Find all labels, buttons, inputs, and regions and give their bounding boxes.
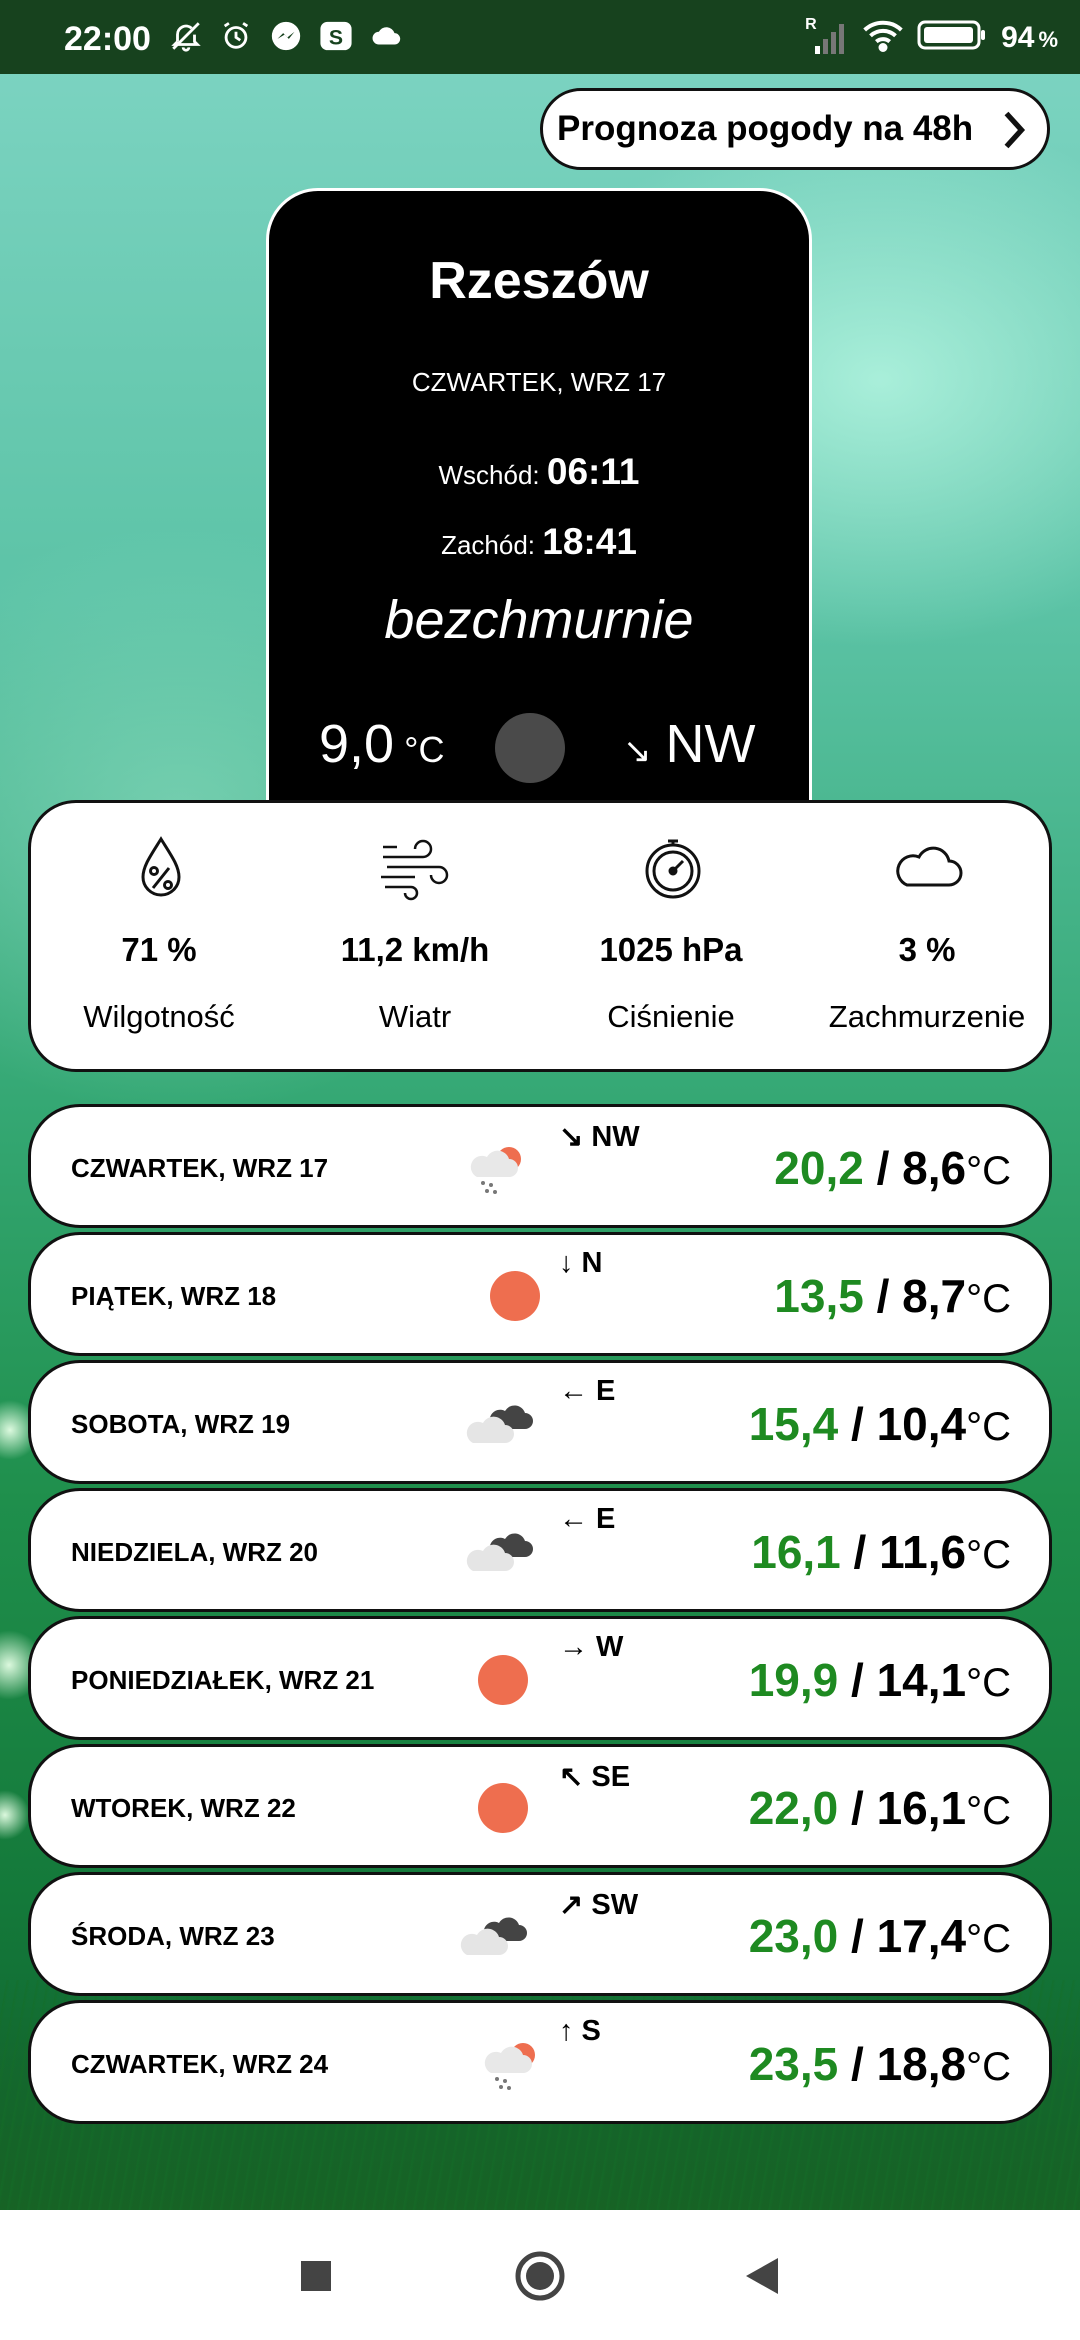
stat-value: 3 % xyxy=(898,931,956,968)
notification-icons: S xyxy=(168,18,404,54)
status-right: R 94% xyxy=(805,16,1058,57)
sun-icon xyxy=(465,1649,541,1711)
day-label: PONIEDZIAŁEK, WRZ 21 xyxy=(71,1665,375,1695)
status-time: 22:00 xyxy=(64,20,151,58)
temperature-range: 23,5 / 18,8°C xyxy=(748,2038,1011,2090)
stat-value: 71 % xyxy=(121,931,197,968)
back-triangle-icon[interactable] xyxy=(734,2248,790,2304)
forecast-48h-button[interactable]: Prognoza pogody na 48h xyxy=(540,88,1050,170)
wind-direction: ← E xyxy=(559,1375,616,1407)
sun-icon xyxy=(465,1777,541,1839)
stat-label: Ciśnienie xyxy=(607,999,735,1034)
stat-pressure: 1025 hPa Ciśnienie xyxy=(543,803,799,1075)
rain-sun-cloud-icon xyxy=(463,1137,539,1199)
temperature-range: 23,0 / 17,4°C xyxy=(748,1910,1011,1962)
status-bar: 22:00 S R 94% xyxy=(0,0,1080,74)
clouds-icon xyxy=(457,1905,533,1967)
day-row[interactable]: CZWARTEK, WRZ 17 ↘ NW 20,2 / 8,6°C xyxy=(28,1104,1052,1228)
sunset-label: Zachód: xyxy=(441,530,536,560)
chevron-right-icon xyxy=(999,107,1029,162)
day-row[interactable]: CZWARTEK, WRZ 24 ↑ S 23,5 / 18,8°C xyxy=(28,2000,1052,2124)
cloud-outline-icon xyxy=(887,833,967,903)
sunset-time: 18:41 xyxy=(542,521,637,562)
temperature-range: 20,2 / 8,6°C xyxy=(774,1142,1011,1194)
day-row[interactable]: WTOREK, WRZ 22 ↖ SE 22,0 / 16,1°C xyxy=(28,1744,1052,1868)
wind-direction: ↘ NW xyxy=(559,1121,640,1153)
sunrise-time: 06:11 xyxy=(546,451,640,492)
wind-direction: ↓ N xyxy=(559,1247,603,1279)
weather-condition: bezchmurnie xyxy=(384,590,694,650)
current-wind: ↘ NW xyxy=(623,714,756,774)
sun-icon xyxy=(477,1265,553,1327)
day-label: CZWARTEK, WRZ 17 xyxy=(71,1153,329,1183)
wifi-icon xyxy=(863,18,903,57)
messenger-icon xyxy=(268,18,304,54)
day-label: ŚRODA, WRZ 23 xyxy=(71,1921,275,1951)
svg-text:S: S xyxy=(329,26,343,50)
recents-square-icon[interactable] xyxy=(288,2248,344,2304)
sunrise-label: Wschód: xyxy=(438,460,540,490)
stat-value: 1025 hPa xyxy=(599,931,743,968)
day-row[interactable]: SOBOTA, WRZ 19 ← E 15,4 / 10,4°C xyxy=(28,1360,1052,1484)
weather-stats-panel: 71 % Wilgotność 11,2 km/h Wiatr 1025 hPa… xyxy=(28,800,1052,1072)
signal-icon: R xyxy=(805,16,849,56)
temperature-range: 13,5 / 8,7°C xyxy=(774,1270,1011,1322)
navigation-bar xyxy=(0,2210,1080,2340)
day-label: WTOREK, WRZ 22 xyxy=(71,1793,296,1823)
day-row[interactable]: PIĄTEK, WRZ 18 ↓ N 13,5 / 8,7°C xyxy=(28,1232,1052,1356)
roaming-label: R xyxy=(805,15,817,33)
wind-direction: ← E xyxy=(559,1503,616,1535)
day-label: CZWARTEK, WRZ 24 xyxy=(71,2049,329,2079)
city-name: Rzeszów xyxy=(429,252,649,310)
day-label: NIEDZIELA, WRZ 20 xyxy=(71,1537,319,1567)
s-app-icon: S xyxy=(318,18,354,54)
temperature-range: 16,1 / 11,6°C xyxy=(751,1526,1011,1578)
temperature-range: 19,9 / 14,1°C xyxy=(748,1654,1011,1706)
cloud-icon xyxy=(368,18,404,54)
battery-icon xyxy=(917,18,987,57)
temperature-range: 22,0 / 16,1°C xyxy=(748,1782,1011,1834)
wind-direction: → W xyxy=(559,1631,624,1663)
day-label: SOBOTA, WRZ 19 xyxy=(71,1409,291,1439)
sunrise: Wschód: 06:11 xyxy=(269,451,809,493)
muted-bell-icon xyxy=(168,18,204,54)
current-date: CZWARTEK, WRZ 17 xyxy=(411,367,667,397)
day-row[interactable]: ŚRODA, WRZ 23 ↗ SW 23,0 / 17,4°C xyxy=(28,1872,1052,1996)
barometer-icon xyxy=(641,833,705,903)
alarm-icon xyxy=(218,18,254,54)
stat-label: Zachmurzenie xyxy=(828,999,1026,1034)
stat-wind: 11,2 km/h Wiatr xyxy=(287,803,543,1075)
current-weather-card: Rzeszów CZWARTEK, WRZ 17 Wschód: 06:11 Z… xyxy=(266,188,812,828)
rain-sun-cloud-icon xyxy=(477,2033,553,2095)
wind-direction: ↑ S xyxy=(559,2015,601,2047)
day-label: PIĄTEK, WRZ 18 xyxy=(71,1281,277,1311)
wind-direction: ↗ SW xyxy=(559,1889,639,1921)
clouds-icon xyxy=(463,1393,539,1455)
stat-label: Wiatr xyxy=(378,999,452,1034)
stat-cloudiness: 3 % Zachmurzenie xyxy=(799,803,1055,1075)
current-temperature: 9,0 °C xyxy=(319,714,445,774)
stat-humidity: 71 % Wilgotność xyxy=(31,803,287,1075)
forecast-48h-label: Prognoza pogody na 48h xyxy=(557,109,974,148)
sunset: Zachód: 18:41 xyxy=(269,521,809,563)
day-row[interactable]: PONIEDZIAŁEK, WRZ 21 → W 19,9 / 14,1°C xyxy=(28,1616,1052,1740)
home-circle-icon[interactable] xyxy=(512,2248,568,2304)
stat-label: Wilgotność xyxy=(83,999,235,1034)
battery-percent: 94% xyxy=(1001,20,1058,54)
clouds-icon xyxy=(463,1521,539,1583)
temperature-range: 15,4 / 10,4°C xyxy=(748,1398,1011,1450)
wind-direction: ↖ SE xyxy=(559,1761,631,1793)
wind-icon xyxy=(375,833,455,903)
day-row[interactable]: NIEDZIELA, WRZ 20 ← E 16,1 / 11,6°C xyxy=(28,1488,1052,1612)
moon-circle-icon xyxy=(495,713,565,783)
humidity-drop-icon xyxy=(129,833,193,903)
stat-value: 11,2 km/h xyxy=(340,931,490,968)
